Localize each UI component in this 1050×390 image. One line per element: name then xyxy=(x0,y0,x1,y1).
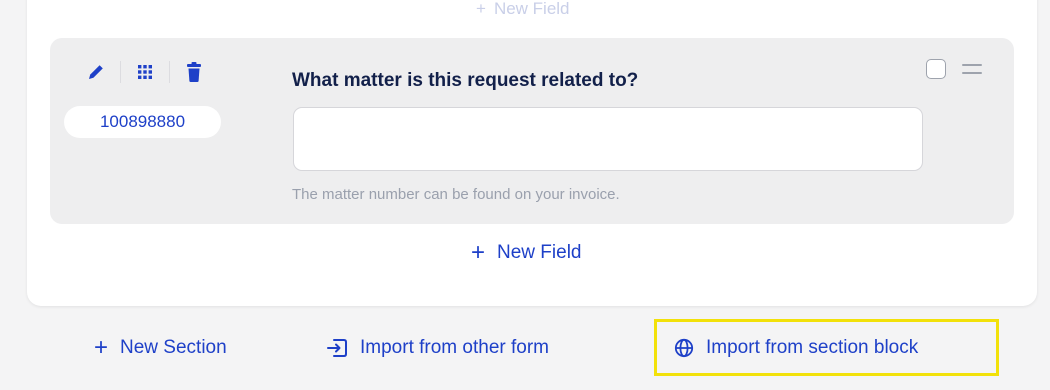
new-section-button[interactable]: + New Section xyxy=(94,334,227,361)
import-from-other-form-button[interactable]: Import from other form xyxy=(326,337,549,359)
top-new-field-link[interactable]: + New Field xyxy=(476,0,570,14)
plus-icon: + xyxy=(94,334,109,361)
toolbar-divider xyxy=(169,61,170,83)
new-field-label: New Field xyxy=(497,242,582,263)
import-from-other-form-label: Import from other form xyxy=(360,337,549,358)
field-answer-input[interactable] xyxy=(293,107,923,171)
field-question-label: What matter is this request related to? xyxy=(292,70,639,91)
highlight-box xyxy=(654,319,999,376)
field-select-checkbox[interactable] xyxy=(926,59,946,79)
grid-icon[interactable] xyxy=(133,60,157,84)
trash-icon[interactable] xyxy=(182,60,206,84)
field-id-badge: 100898880 xyxy=(64,106,221,138)
plus-icon: + xyxy=(471,239,486,266)
pencil-icon[interactable] xyxy=(84,60,108,84)
field-hint-text: The matter number can be found on your i… xyxy=(292,186,620,203)
new-field-button[interactable]: + New Field xyxy=(471,239,582,266)
toolbar-divider xyxy=(120,61,121,83)
field-toolbar xyxy=(84,60,206,84)
top-new-field-label: New Field xyxy=(493,0,570,14)
plus-icon: + xyxy=(476,0,486,14)
import-icon xyxy=(326,338,348,358)
new-section-label: New Section xyxy=(120,337,227,358)
drag-handle-icon[interactable] xyxy=(962,64,982,74)
